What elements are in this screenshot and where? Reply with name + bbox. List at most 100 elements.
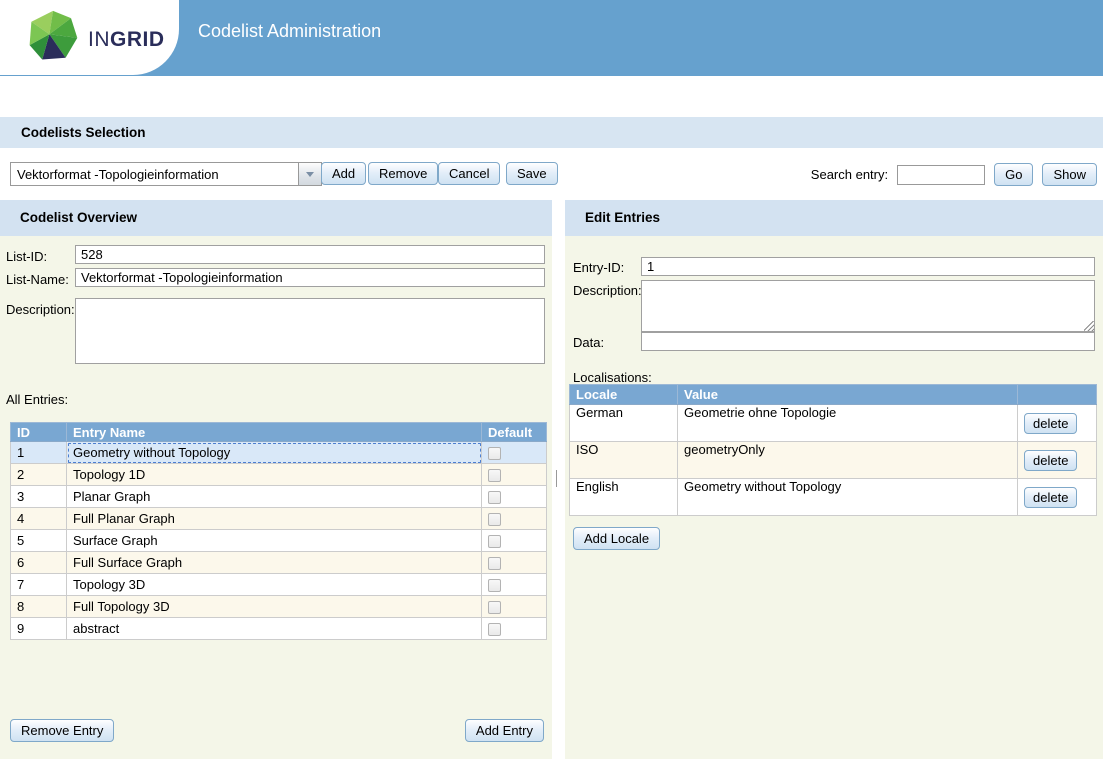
entry-data-label: Data: <box>573 335 604 350</box>
ingrid-gem-icon <box>26 8 80 66</box>
locale-value-cell[interactable]: Geometry without Topology <box>678 479 1018 516</box>
table-row[interactable]: 6 Full Surface Graph <box>11 552 547 574</box>
entry-default-cell <box>482 574 547 596</box>
entry-default-cell <box>482 464 547 486</box>
locale-action-cell: delete <box>1018 479 1097 516</box>
table-row[interactable]: 7 Topology 3D <box>11 574 547 596</box>
logo-text-in: IN <box>88 28 110 51</box>
entry-name-cell[interactable]: Surface Graph <box>67 530 482 552</box>
entry-name-cell[interactable]: Full Planar Graph <box>67 508 482 530</box>
delete-locale-button[interactable]: delete <box>1024 450 1077 471</box>
entry-description-label: Description: <box>573 283 642 298</box>
chevron-down-icon <box>306 172 314 181</box>
table-row[interactable]: 8 Full Topology 3D <box>11 596 547 618</box>
edit-entries-panel: Edit Entries Entry-ID: Description: Data… <box>565 200 1103 759</box>
logo: INGRID <box>0 0 179 75</box>
codelist-overview-panel: Codelist Overview List-ID: List-Name: De… <box>0 200 552 759</box>
table-row[interactable]: 9 abstract <box>11 618 547 640</box>
default-checkbox[interactable] <box>488 469 501 482</box>
search-entry-input[interactable] <box>897 165 985 185</box>
entry-id-cell[interactable]: 8 <box>11 596 67 618</box>
table-row[interactable]: 4 Full Planar Graph <box>11 508 547 530</box>
locale-row: German Geometrie ohne Topologie delete <box>570 405 1097 442</box>
edit-entries-header: Edit Entries <box>565 200 1103 236</box>
entry-description-textarea[interactable] <box>641 280 1095 332</box>
default-checkbox[interactable] <box>488 513 501 526</box>
entries-table: ID Entry Name Default 1 Geometry without… <box>10 422 547 640</box>
locale-cell[interactable]: English <box>570 479 678 516</box>
combobox-dropdown-button[interactable] <box>298 162 322 186</box>
entry-default-cell <box>482 552 547 574</box>
entry-name-cell[interactable]: Geometry without Topology <box>67 442 482 464</box>
localisations-header-row: Locale Value <box>570 385 1097 405</box>
entry-default-cell <box>482 508 547 530</box>
entry-id-cell[interactable]: 6 <box>11 552 67 574</box>
col-header-entry-name: Entry Name <box>67 423 482 442</box>
all-entries-label: All Entries: <box>6 392 68 407</box>
col-header-actions <box>1018 385 1097 405</box>
codelist-overview-title: Codelist Overview <box>20 210 137 225</box>
default-checkbox[interactable] <box>488 447 501 460</box>
entry-id-cell[interactable]: 1 <box>11 442 67 464</box>
panel-divider-mark <box>556 470 557 487</box>
entry-id-cell[interactable]: 2 <box>11 464 67 486</box>
default-checkbox[interactable] <box>488 601 501 614</box>
locale-value-cell[interactable]: geometryOnly <box>678 442 1018 479</box>
localisations-label: Localisations: <box>573 370 652 385</box>
locale-row: ISO geometryOnly delete <box>570 442 1097 479</box>
default-checkbox[interactable] <box>488 491 501 504</box>
entry-name-cell[interactable]: abstract <box>67 618 482 640</box>
description-textarea[interactable] <box>75 298 545 364</box>
cancel-button[interactable]: Cancel <box>438 162 500 185</box>
default-checkbox[interactable] <box>488 579 501 592</box>
page-title: Codelist Administration <box>198 21 381 42</box>
default-checkbox[interactable] <box>488 557 501 570</box>
locale-cell[interactable]: ISO <box>570 442 678 479</box>
default-checkbox[interactable] <box>488 623 501 636</box>
codelist-combobox[interactable] <box>10 162 322 186</box>
entry-id-cell[interactable]: 7 <box>11 574 67 596</box>
add-locale-button[interactable]: Add Locale <box>573 527 660 550</box>
add-button[interactable]: Add <box>321 162 366 185</box>
delete-locale-button[interactable]: delete <box>1024 413 1077 434</box>
entry-id-cell[interactable]: 9 <box>11 618 67 640</box>
entry-name-cell[interactable]: Topology 3D <box>67 574 482 596</box>
entry-name-cell[interactable]: Planar Graph <box>67 486 482 508</box>
list-name-input[interactable] <box>75 268 545 287</box>
locale-value-cell[interactable]: Geometrie ohne Topologie <box>678 405 1018 442</box>
locale-cell[interactable]: German <box>570 405 678 442</box>
list-id-input[interactable] <box>75 245 545 264</box>
entry-id-cell[interactable]: 5 <box>11 530 67 552</box>
table-row[interactable]: 2 Topology 1D <box>11 464 547 486</box>
entry-id-cell[interactable]: 3 <box>11 486 67 508</box>
table-row[interactable]: 5 Surface Graph <box>11 530 547 552</box>
entry-name-cell[interactable]: Topology 1D <box>67 464 482 486</box>
show-button[interactable]: Show <box>1042 163 1097 186</box>
go-button[interactable]: Go <box>994 163 1033 186</box>
add-entry-button[interactable]: Add Entry <box>465 719 544 742</box>
entry-default-cell <box>482 486 547 508</box>
entry-id-cell[interactable]: 4 <box>11 508 67 530</box>
entries-table-header-row: ID Entry Name Default <box>11 423 547 442</box>
entry-id-input[interactable] <box>641 257 1095 276</box>
entry-name-cell[interactable]: Full Topology 3D <box>67 596 482 618</box>
remove-entry-button[interactable]: Remove Entry <box>10 719 114 742</box>
delete-locale-button[interactable]: delete <box>1024 487 1077 508</box>
table-row[interactable]: 1 Geometry without Topology <box>11 442 547 464</box>
list-name-label: List-Name: <box>6 272 69 287</box>
codelist-combobox-input[interactable] <box>10 162 298 186</box>
list-id-label: List-ID: <box>6 249 47 264</box>
locale-action-cell: delete <box>1018 405 1097 442</box>
default-checkbox[interactable] <box>488 535 501 548</box>
remove-button[interactable]: Remove <box>368 162 438 185</box>
entry-data-input[interactable] <box>641 332 1095 351</box>
search-group: Search entry: Go Show <box>811 163 1097 186</box>
table-row[interactable]: 3 Planar Graph <box>11 486 547 508</box>
selection-row: Add Remove Cancel Save Search entry: Go … <box>0 162 1103 188</box>
save-button[interactable]: Save <box>506 162 558 185</box>
col-header-locale: Locale <box>570 385 678 405</box>
entry-name-cell[interactable]: Full Surface Graph <box>67 552 482 574</box>
entry-id-label: Entry-ID: <box>573 260 624 275</box>
codelist-overview-header: Codelist Overview <box>0 200 552 236</box>
description-label: Description: <box>6 302 75 317</box>
